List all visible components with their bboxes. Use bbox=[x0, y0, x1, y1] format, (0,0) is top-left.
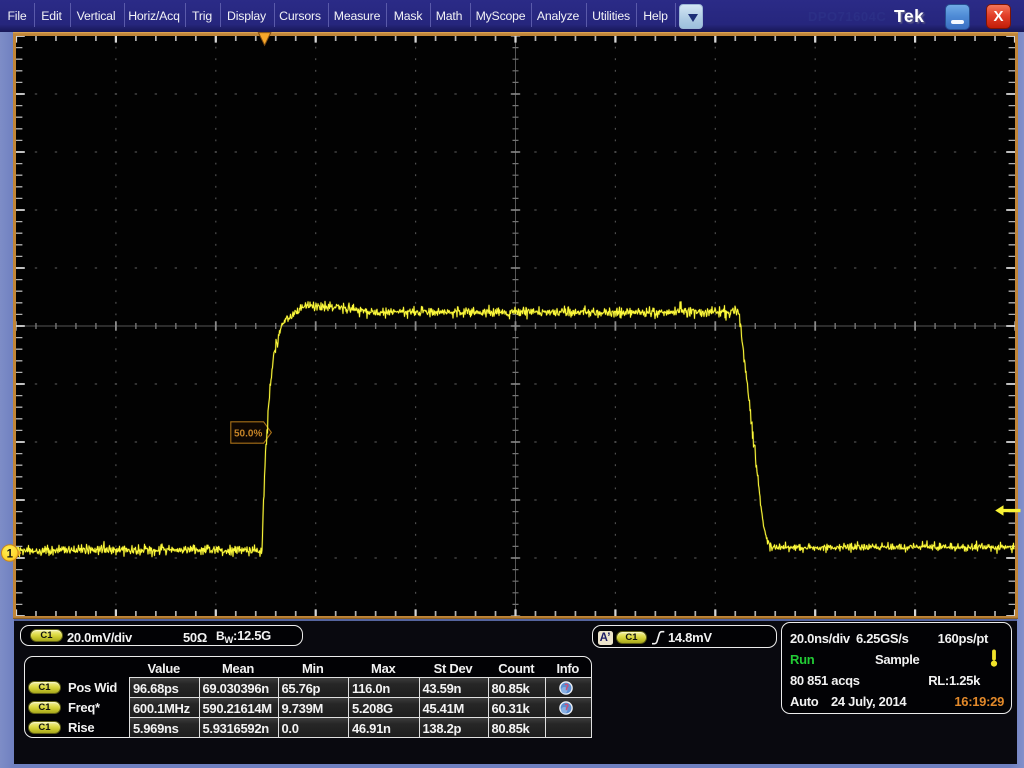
svg-text:1: 1 bbox=[7, 549, 14, 561]
svg-text:50.0%: 50.0% bbox=[234, 429, 262, 440]
